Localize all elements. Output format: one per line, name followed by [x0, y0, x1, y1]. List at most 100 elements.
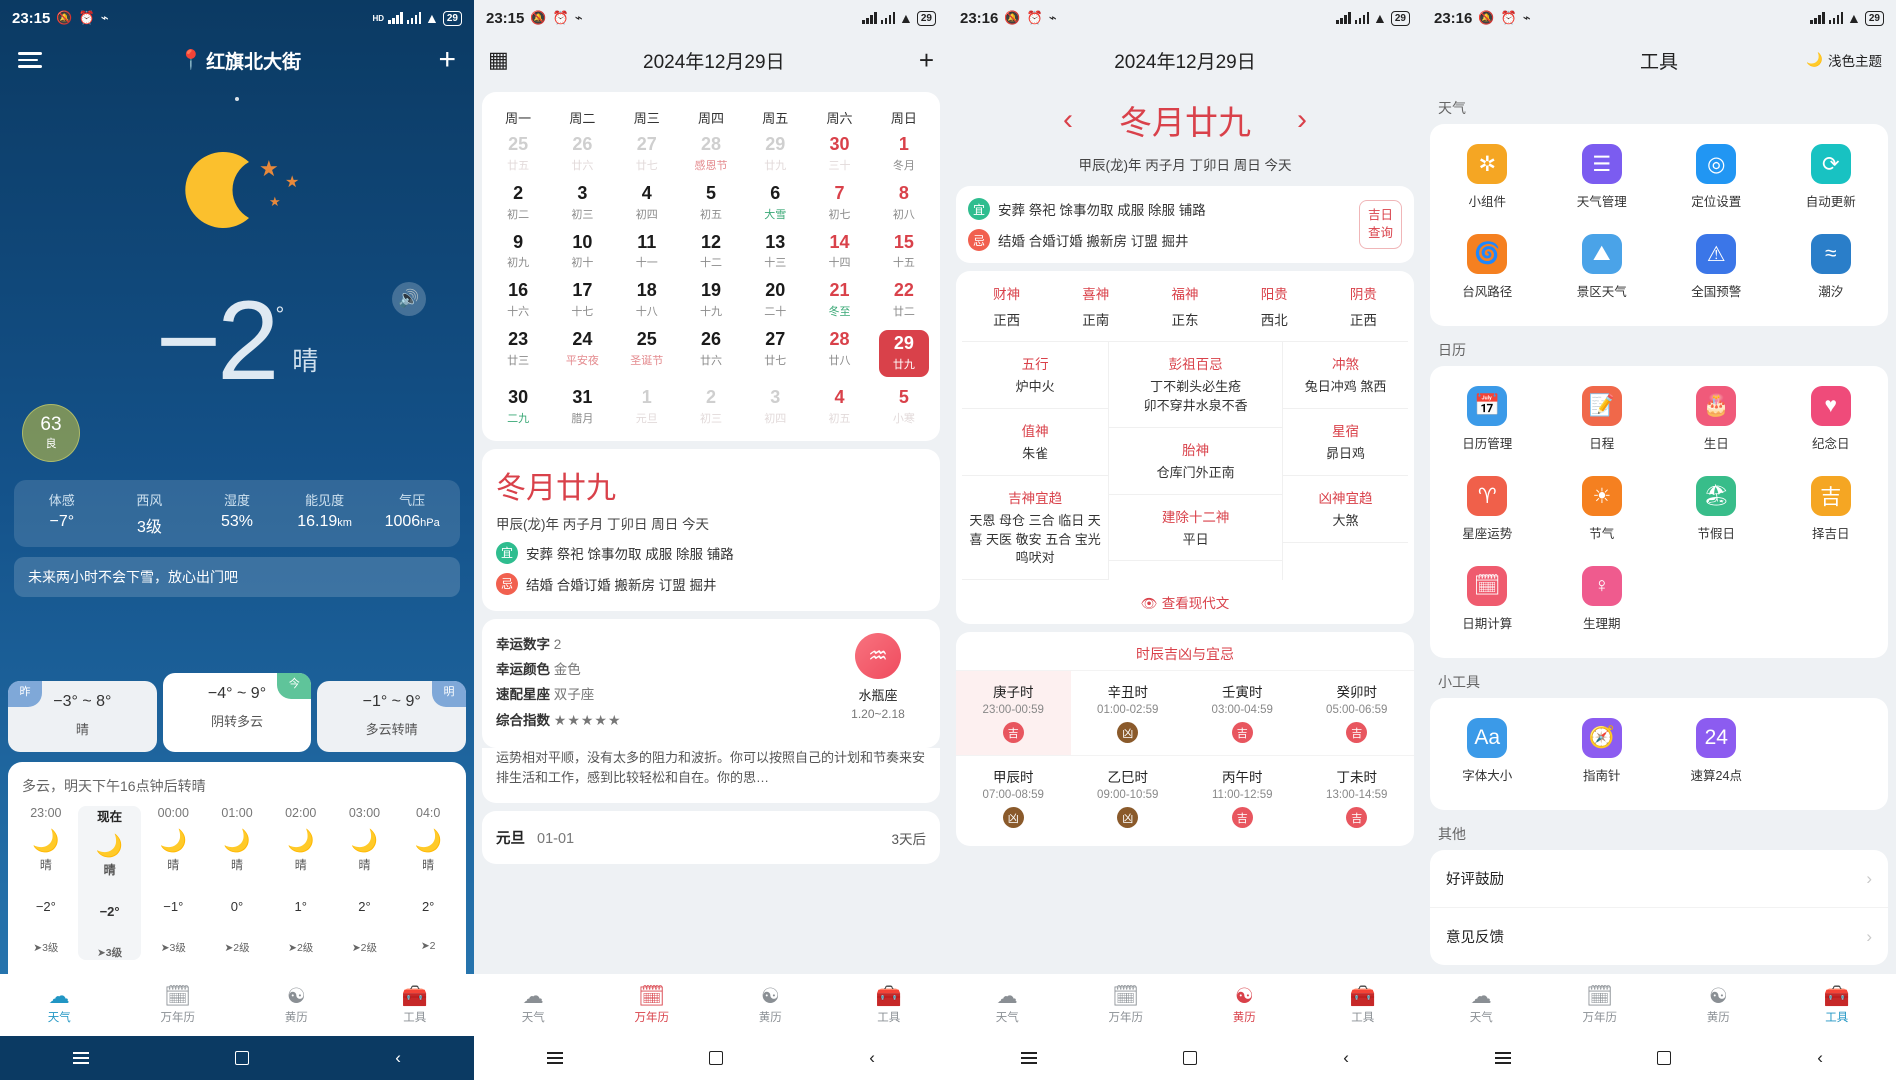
calendar-day-cell[interactable]: 15 十五: [872, 227, 936, 276]
calendar-day-cell[interactable]: 28 廿八: [807, 324, 871, 382]
back-icon[interactable]: ‹: [1343, 1048, 1349, 1068]
tab-calendar[interactable]: 🗓 万年历: [593, 985, 712, 1025]
city-name[interactable]: 📍 红旗北大街: [179, 47, 301, 74]
calendar-day-cell[interactable]: 30 三十: [807, 129, 871, 178]
tab-tools[interactable]: 🧰 工具: [1778, 985, 1896, 1025]
calendar-day-cell[interactable]: 4 初四: [615, 178, 679, 227]
chevron-left-icon[interactable]: ‹: [1063, 103, 1073, 137]
festival-row[interactable]: 元旦 01-01 3天后: [482, 811, 940, 865]
calendar-day-cell[interactable]: 27 廿七: [743, 324, 807, 382]
calendar-day-cell[interactable]: 27 廿七: [615, 129, 679, 178]
calendar-day-cell[interactable]: 29 廿九: [743, 129, 807, 178]
tab-calendar[interactable]: 🗓 万年历: [1541, 985, 1660, 1025]
tool-天气管理[interactable]: ☰ 天气管理: [1545, 132, 1660, 222]
hour-cell[interactable]: 辛丑时 01:00-02:59 凶: [1070, 670, 1185, 755]
home-icon[interactable]: [1657, 1051, 1672, 1065]
other-row-好评鼓励[interactable]: 好评鼓励 ›: [1430, 850, 1888, 907]
calendar-day-cell[interactable]: 24 平安夜: [550, 324, 614, 382]
calendar-day-cell[interactable]: 31 腊月: [550, 382, 614, 431]
calendar-day-cell[interactable]: 25 廿五: [486, 129, 550, 178]
calendar-day-cell[interactable]: 2 初二: [486, 178, 550, 227]
tool-择吉日[interactable]: 吉择吉日: [1774, 464, 1889, 554]
calendar-day-cell[interactable]: 26 廿六: [679, 324, 743, 382]
calendar-day-cell[interactable]: 19 十九: [679, 275, 743, 324]
tool-生日[interactable]: 🎂 生日: [1659, 374, 1774, 464]
tab-calendar[interactable]: 🗓 万年历: [119, 985, 238, 1025]
tab-weather[interactable]: ☁ 天气: [948, 985, 1067, 1025]
calendar-day-cell[interactable]: 17 十七: [550, 275, 614, 324]
tool-指南针[interactable]: 🧭 指南针: [1545, 706, 1660, 796]
menu-icon[interactable]: [73, 1052, 90, 1064]
tool-纪念日[interactable]: ♥ 纪念日: [1774, 374, 1889, 464]
hour-cell[interactable]: 壬寅时 03:00-04:59 吉: [1185, 670, 1300, 755]
back-icon[interactable]: ‹: [1817, 1048, 1823, 1068]
calendar-day-cell[interactable]: 10 初十: [550, 227, 614, 276]
calendar-day-cell[interactable]: 11 十一: [615, 227, 679, 276]
calendar-day-cell[interactable]: 3 初四: [743, 382, 807, 431]
calendar-day-cell[interactable]: 4 初五: [807, 382, 871, 431]
calendar-day-cell[interactable]: 25 圣诞节: [615, 324, 679, 382]
calendar-day-cell[interactable]: 28 感恩节: [679, 129, 743, 178]
tab-almanac[interactable]: ☯ 黄历: [1659, 985, 1778, 1025]
fortune-card[interactable]: 幸运数字 2 幸运颜色 金色 速配星座 双子座 综合指数 ★★★★★ ♒ 水瓶座…: [482, 618, 940, 748]
tool-生理期[interactable]: ♀ 生理期: [1545, 554, 1660, 644]
theme-toggle[interactable]: 🌙 浅色主题: [1806, 50, 1882, 70]
calendar-day-cell[interactable]: 3 初三: [550, 178, 614, 227]
calendar-day-cell[interactable]: 12 十二: [679, 227, 743, 276]
hour-cell[interactable]: 庚子时 23:00-00:59 吉: [956, 670, 1071, 756]
calendar-day-cell[interactable]: 8 初八: [872, 178, 936, 227]
calendar-day-cell[interactable]: 26 廿六: [550, 129, 614, 178]
calendar-day-cell[interactable]: 7 初七: [807, 178, 871, 227]
tool-潮汐[interactable]: ≈ 潮汐: [1774, 222, 1889, 312]
hour-cell[interactable]: 丁未时 13:00-14:59 吉: [1299, 755, 1414, 840]
calendar-day-cell[interactable]: 6 大雪: [743, 178, 807, 227]
hour-cell[interactable]: 甲辰时 07:00-08:59 凶: [956, 755, 1071, 840]
tab-almanac[interactable]: ☯ 黄历: [1185, 985, 1304, 1025]
tab-weather[interactable]: ☁ 天气: [474, 985, 593, 1025]
yi-ji-card[interactable]: 宜 安葬 祭祀 馀事勿取 成服 除服 铺路 忌 结婚 合婚订婚 搬新房 订盟 掘…: [956, 186, 1414, 263]
aqi-badge[interactable]: 63 良: [22, 404, 80, 463]
tab-weather[interactable]: ☁ 天气: [0, 985, 119, 1025]
lunar-card[interactable]: 冬月廿九 甲辰(龙)年 丙子月 丁卯日 周日 今天 宜 安葬 祭祀 馀事勿取 成…: [482, 448, 940, 611]
tool-日历管理[interactable]: 📅 日历管理: [1430, 374, 1545, 464]
home-icon[interactable]: [235, 1051, 250, 1065]
tool-星座运势[interactable]: ♈ 星座运势: [1430, 464, 1545, 554]
tab-tools[interactable]: 🧰 工具: [356, 985, 475, 1025]
menu-icon[interactable]: [1021, 1052, 1038, 1064]
tool-字体大小[interactable]: Aa 字体大小: [1430, 706, 1545, 796]
menu-icon[interactable]: [547, 1052, 564, 1064]
tool-全国预警[interactable]: ⚠ 全国预警: [1659, 222, 1774, 312]
tab-weather[interactable]: ☁ 天气: [1422, 985, 1541, 1025]
calendar-day-cell[interactable]: 22 廿二: [872, 275, 936, 324]
lucky-day-query-button[interactable]: 吉日 查询: [1358, 200, 1402, 249]
tool-节假日[interactable]: 🏖 节假日: [1659, 464, 1774, 554]
calendar-day-cell[interactable]: 14 十四: [807, 227, 871, 276]
tool-节气[interactable]: ☀ 节气: [1545, 464, 1660, 554]
hour-cell[interactable]: 癸卯时 05:00-06:59 吉: [1299, 670, 1414, 755]
calendar-day-cell[interactable]: 5 小寒: [872, 382, 936, 431]
calendar-day-cell[interactable]: 30 二九: [486, 382, 550, 431]
tab-almanac[interactable]: ☯ 黄历: [237, 985, 356, 1025]
calendar-day-cell[interactable]: 1 元旦: [615, 382, 679, 431]
calendar-grid[interactable]: 周一 周二 周三 周四 周五 周六 周日 25 廿五 26 廿六 27 廿七 28 感恩节 29 廿九 30 三十…: [482, 92, 940, 441]
tab-calendar[interactable]: 🗓 万年历: [1067, 985, 1186, 1025]
calendar-view-icon[interactable]: ▦: [488, 47, 509, 73]
calendar-day-cell[interactable]: 13 十三: [743, 227, 807, 276]
chevron-right-icon[interactable]: ›: [1297, 103, 1307, 137]
calendar-day-cell[interactable]: 16 十六: [486, 275, 550, 324]
other-row-意见反馈[interactable]: 意见反馈 ›: [1430, 907, 1888, 965]
tool-景区天气[interactable]: ⛰ 景区天气: [1545, 222, 1660, 312]
calendar-day-cell[interactable]: 5 初五: [679, 178, 743, 227]
add-event-button[interactable]: +: [919, 45, 934, 76]
calendar-day-cell[interactable]: 18 十八: [615, 275, 679, 324]
home-icon[interactable]: [1183, 1051, 1198, 1065]
tool-日期计算[interactable]: 🗓 日期计算: [1430, 554, 1545, 644]
view-modern-button[interactable]: 👁 查看现代文: [962, 580, 1408, 624]
tab-tools[interactable]: 🧰 工具: [830, 985, 949, 1025]
hour-cell[interactable]: 丙午时 11:00-12:59 吉: [1185, 755, 1300, 840]
tool-小组件[interactable]: ✲ 小组件: [1430, 132, 1545, 222]
speaker-button[interactable]: 🔊: [392, 282, 426, 316]
add-city-button[interactable]: +: [438, 45, 456, 75]
day-card-today[interactable]: 今 −4° ~ 9° 阴转多云: [162, 673, 312, 753]
calendar-day-cell[interactable]: 9 初九: [486, 227, 550, 276]
